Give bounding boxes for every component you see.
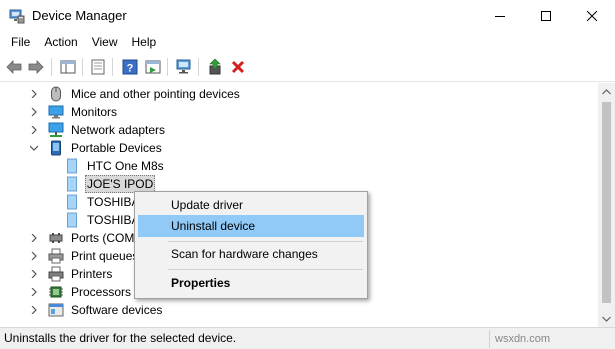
status-bar: Uninstalls the driver for the selected d… <box>0 327 615 349</box>
tree-item-monitors[interactable]: Monitors <box>28 103 119 121</box>
monitor-icon <box>48 104 64 120</box>
portable-device-icon <box>64 194 80 210</box>
menu-file[interactable]: File <box>4 32 37 52</box>
tree-item-label: Network adapters <box>71 123 166 137</box>
tree-item-label: Printers <box>71 267 113 281</box>
tree-item-toshiba[interactable]: TOSHIBA <box>64 193 141 211</box>
scroll-down-icon[interactable] <box>598 310 615 327</box>
context-separator <box>168 269 363 270</box>
context-update-driver[interactable]: Update driver <box>138 194 364 216</box>
show-hide-console-tree-icon[interactable] <box>58 57 78 77</box>
portable-device-icon <box>64 158 80 174</box>
action-pane-icon[interactable] <box>143 57 163 77</box>
tree-item-portable-devices[interactable]: Portable Devices <box>28 139 164 157</box>
context-uninstall-device[interactable]: Uninstall device <box>138 215 364 237</box>
back-icon[interactable] <box>4 57 24 77</box>
toolbar-separator <box>82 58 83 76</box>
menu-help[interactable]: Help <box>125 32 164 52</box>
toolbar-separator <box>167 58 168 76</box>
window-title: Device Manager <box>32 8 127 23</box>
status-panel <box>489 330 490 348</box>
status-text: Uninstalls the driver for the selected d… <box>4 331 237 345</box>
toolbar-separator <box>51 58 52 76</box>
tree-item-ports[interactable]: Ports (COM & <box>28 229 148 247</box>
printer-icon <box>48 266 64 282</box>
close-button[interactable] <box>569 0 615 32</box>
tree-item-label: Processors <box>71 285 132 299</box>
menu-action[interactable]: Action <box>37 32 84 52</box>
chevron-right-icon[interactable] <box>28 283 40 301</box>
vertical-scrollbar[interactable] <box>598 83 615 327</box>
print-queue-icon <box>48 248 64 264</box>
tree-item-label: Software devices <box>71 303 163 317</box>
menu-view[interactable]: View <box>85 32 125 52</box>
mouse-icon <box>48 86 64 102</box>
minimize-button[interactable] <box>477 0 523 32</box>
context-properties[interactable]: Properties <box>138 272 364 294</box>
tree-item-htc-one-m8s[interactable]: HTC One M8s <box>64 157 166 175</box>
watermark: wsxdn.com <box>495 333 551 345</box>
chevron-right-icon[interactable] <box>28 301 40 319</box>
tree-item-label: TOSHIBA <box>87 195 140 209</box>
tree-item-software-devices[interactable]: Software devices <box>28 301 164 319</box>
chevron-right-icon[interactable] <box>28 103 40 121</box>
tree-item-print-queues[interactable]: Print queues <box>28 247 140 265</box>
software-device-icon <box>48 302 64 318</box>
maximize-button[interactable] <box>523 0 569 32</box>
portable-device-icon <box>64 176 80 192</box>
menu-bar: File Action View Help <box>0 32 615 52</box>
toolbar-separator <box>112 58 113 76</box>
forward-icon[interactable] <box>26 57 46 77</box>
context-menu: Update driver Uninstall device Scan for … <box>134 191 368 299</box>
uninstall-device-icon[interactable] <box>228 57 248 77</box>
tree-item-printers[interactable]: Printers <box>28 265 114 283</box>
tree-item-toshiba[interactable]: TOSHIBA <box>64 211 141 229</box>
scan-hardware-icon[interactable] <box>174 57 194 77</box>
scrollbar-thumb[interactable] <box>602 102 611 303</box>
tree-item-label: Print queues <box>71 249 139 263</box>
chevron-right-icon[interactable] <box>28 85 40 103</box>
tree-item-processors[interactable]: Processors <box>28 283 133 301</box>
portable-device-icon <box>48 140 64 156</box>
device-manager-icon <box>9 8 25 24</box>
processor-icon <box>48 284 64 300</box>
tree-item-label: Mice and other pointing devices <box>71 87 240 101</box>
chevron-right-icon[interactable] <box>28 121 40 139</box>
chevron-right-icon[interactable] <box>28 265 40 283</box>
toolbar-separator <box>198 58 199 76</box>
portable-device-icon <box>64 212 80 228</box>
tree-item-label: HTC One M8s <box>87 159 164 173</box>
tree-item-mice[interactable]: Mice and other pointing devices <box>28 85 242 103</box>
toolbar: ? <box>0 52 615 82</box>
chevron-right-icon[interactable] <box>28 247 40 265</box>
tree-item-label: Monitors <box>71 105 118 119</box>
port-icon <box>48 230 64 246</box>
scroll-up-icon[interactable] <box>598 83 615 100</box>
title-bar: Device Manager <box>0 0 615 32</box>
tree-item-label: TOSHIBA <box>87 213 140 227</box>
context-separator <box>168 241 363 242</box>
svg-text:?: ? <box>127 63 134 75</box>
update-driver-icon[interactable] <box>205 57 225 77</box>
chevron-down-icon[interactable] <box>28 139 40 157</box>
properties-icon[interactable] <box>88 57 108 77</box>
tree-item-network-adapters[interactable]: Network adapters <box>28 121 167 139</box>
help-icon[interactable]: ? <box>120 57 140 77</box>
context-scan-hardware-changes[interactable]: Scan for hardware changes <box>138 243 364 265</box>
chevron-right-icon[interactable] <box>28 229 40 247</box>
network-adapter-icon <box>48 122 64 138</box>
tree-item-label: Portable Devices <box>71 141 162 155</box>
